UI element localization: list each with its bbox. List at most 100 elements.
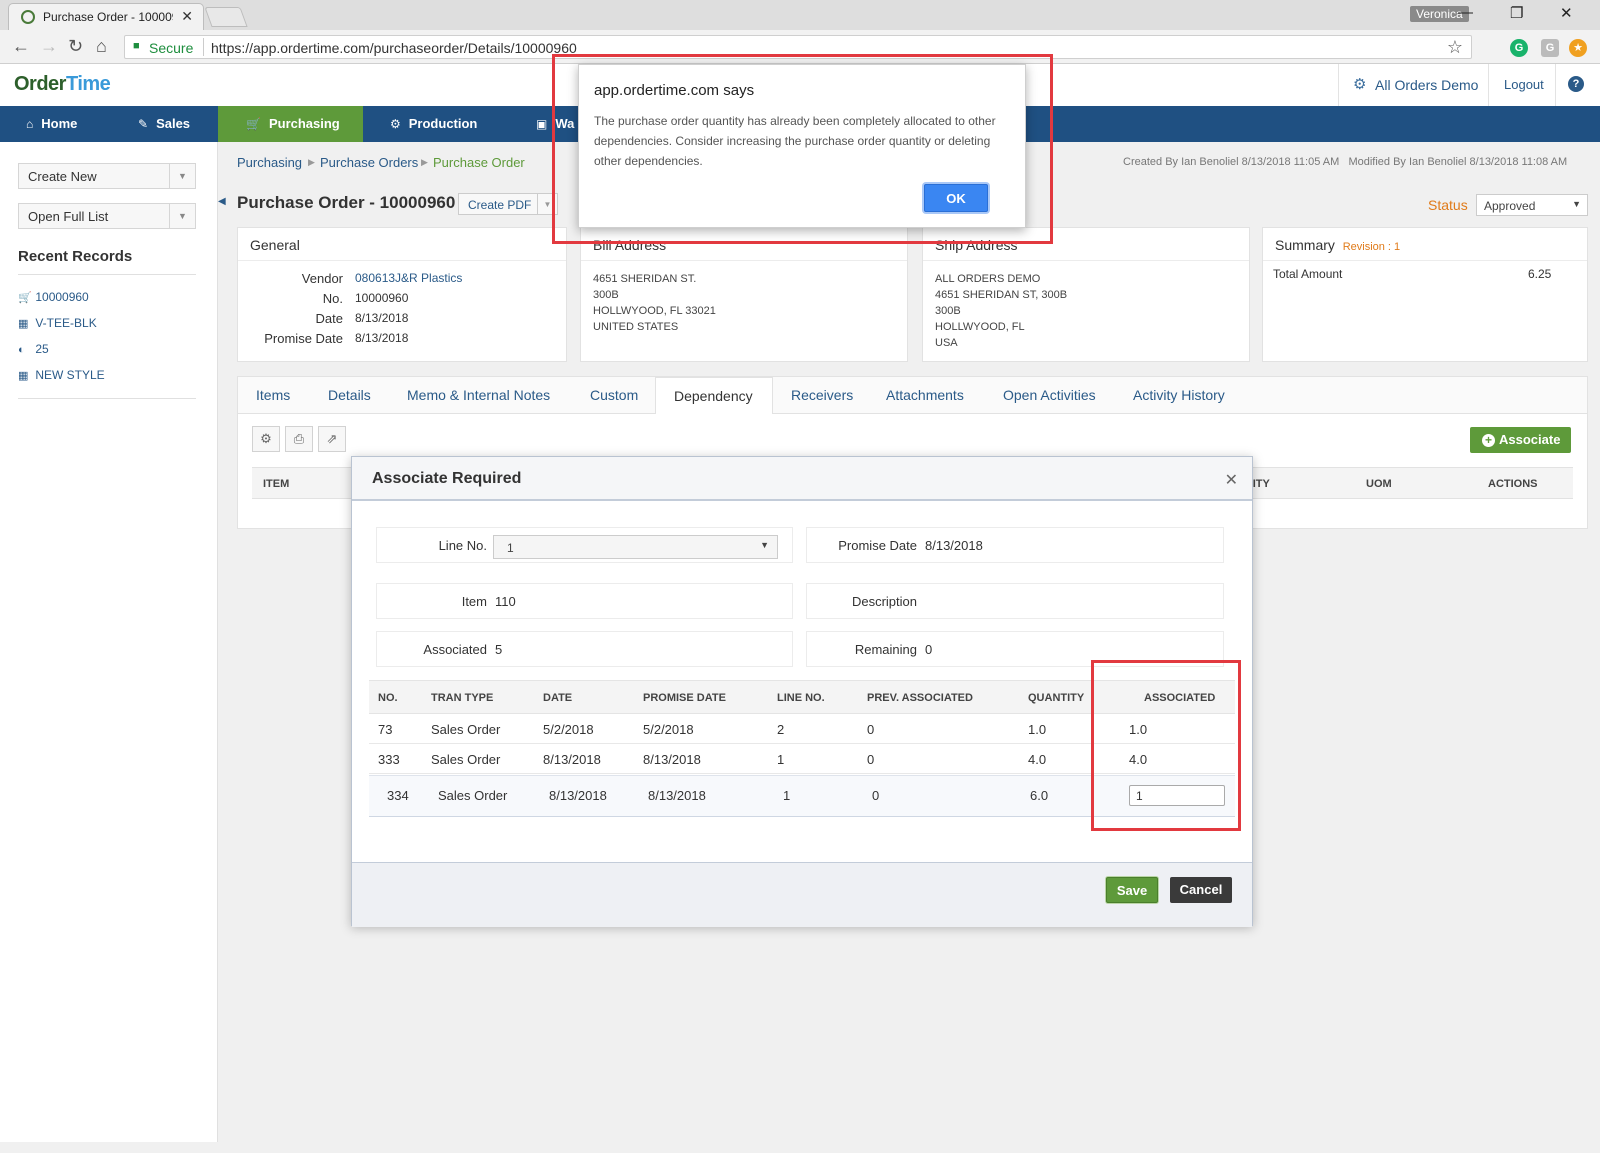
cell-tran-type: Sales Order	[431, 722, 501, 737]
status-select[interactable]: Approved ▼	[1476, 194, 1588, 216]
ordertime-logo[interactable]: OrderTime	[14, 73, 111, 96]
column-header: DATE	[543, 692, 573, 704]
export-button[interactable]: ⇗	[318, 426, 346, 452]
line-no-label: Line No.	[438, 538, 487, 553]
recent-item-label: 25	[35, 342, 49, 356]
summary-title: Summary Revision : 1	[1275, 237, 1400, 253]
save-button[interactable]: Save	[1106, 877, 1158, 903]
vendor-link[interactable]: 080613J&R Plastics	[355, 271, 462, 285]
open-full-list-label: Open Full List	[28, 209, 109, 224]
column-header: UOM	[1366, 478, 1392, 490]
address-line: HOLLWYOOD, FL	[935, 321, 1025, 333]
reload-icon[interactable]: ↻	[68, 36, 83, 57]
close-tab-icon[interactable]: ✕	[181, 8, 193, 25]
item-label: Item	[461, 594, 487, 609]
print-icon: ⎙	[293, 431, 305, 446]
forward-icon[interactable]: →	[40, 36, 58, 57]
nav-purchasing-label: Purchasing	[268, 116, 340, 131]
breadcrumb-separator-icon: ▶	[421, 157, 428, 167]
total-amount-value: 6.25	[1528, 267, 1552, 281]
minimize-icon[interactable]: —	[1458, 4, 1473, 21]
tab-attachments[interactable]: Attachments	[886, 377, 964, 415]
cell-promise-date: 8/13/2018	[648, 788, 706, 803]
tab-memo[interactable]: Memo & Internal Notes	[407, 377, 550, 415]
divider	[581, 260, 907, 261]
promise-date-label: Promise Date	[838, 538, 917, 553]
back-icon[interactable]: ←	[12, 36, 30, 57]
logo-accent: Time	[65, 73, 111, 95]
cell-date: 8/13/2018	[543, 752, 601, 767]
help-icon[interactable]: ?	[1568, 76, 1584, 92]
secure-label: Secure	[149, 40, 194, 56]
collapse-sidebar-icon[interactable]: ◀	[218, 196, 226, 207]
cart-icon: 🛒	[246, 117, 261, 131]
tab-activity-history[interactable]: Activity History	[1133, 377, 1225, 415]
address-line: 300B	[935, 305, 961, 317]
recent-item[interactable]: ◐ 25	[18, 342, 49, 356]
tab-dependency[interactable]: Dependency	[655, 377, 773, 416]
item-value: 110	[495, 594, 516, 609]
home-browser-icon[interactable]: ⌂	[96, 36, 107, 57]
lock-icon: ■	[133, 40, 140, 52]
open-full-list-dropdown[interactable]: Open Full List ▼	[18, 203, 196, 229]
promise-date-label: Promise Date	[264, 331, 343, 346]
line-no-select[interactable]: 1 ▼	[493, 535, 778, 559]
cell-no: 333	[378, 752, 400, 767]
remaining-value: 0	[925, 642, 933, 657]
associate-button[interactable]: + Associate	[1470, 427, 1571, 453]
line-no-value: 1	[507, 541, 514, 555]
tab-items[interactable]: Items	[256, 377, 290, 415]
extension-badge-icon[interactable]: ★	[1569, 39, 1587, 57]
url-text: https://app.ordertime.com/purchaseorder/…	[211, 40, 577, 56]
address-line: HOLLWYOOD, FL 33021	[593, 305, 716, 317]
tab-open-activities[interactable]: Open Activities	[1003, 377, 1096, 415]
nav-home[interactable]: ⌂ Home	[26, 106, 77, 142]
account-menu[interactable]: ⚙ All Orders Demo	[1338, 64, 1488, 106]
nav-production[interactable]: ⚙ Production	[390, 106, 477, 142]
cancel-button[interactable]: Cancel	[1170, 877, 1232, 903]
extension-icon[interactable]: G	[1541, 39, 1559, 57]
recent-item[interactable]: ▦ V-TEE-BLK	[18, 316, 97, 330]
create-pdf-label: Create PDF	[468, 198, 532, 212]
summary-panel: Summary Revision : 1 Total Amount 6.25	[1262, 227, 1588, 362]
logout-link[interactable]: Logout	[1488, 64, 1556, 106]
gears-icon: ⚙	[390, 117, 401, 131]
create-new-dropdown[interactable]: Create New ▼	[18, 163, 196, 189]
close-icon[interactable]: ✕	[1225, 470, 1238, 490]
cell-no: 73	[378, 722, 393, 737]
column-header: TRAN TYPE	[431, 692, 494, 704]
account-name: All Orders Demo	[1375, 77, 1479, 93]
tab-receivers[interactable]: Receivers	[791, 377, 853, 415]
browser-tab[interactable]: Purchase Order - 100009 ✕	[8, 3, 204, 30]
modal-header: Associate Required ✕	[352, 457, 1252, 501]
chevron-down-icon: ▼	[1572, 199, 1581, 209]
restore-icon[interactable]: ❐	[1510, 4, 1523, 22]
breadcrumb-purchasing[interactable]: Purchasing	[237, 155, 302, 170]
print-button[interactable]: ⎙	[285, 426, 313, 452]
cell-quantity: 6.0	[1030, 788, 1049, 803]
share-icon: ⇗	[326, 431, 338, 446]
item-field: Item 110	[376, 583, 793, 619]
breadcrumb-purchase-orders[interactable]: Purchase Orders	[320, 155, 418, 170]
column-header: LINE NO.	[777, 692, 825, 704]
address-line: 4651 SHERIDAN ST.	[593, 273, 697, 285]
home-icon: ⌂	[26, 117, 34, 131]
chevron-down-icon: ▼	[169, 164, 195, 188]
nav-sales[interactable]: ✎ Sales	[138, 106, 190, 142]
nav-purchasing[interactable]: 🛒 Purchasing	[218, 106, 363, 142]
settings-button[interactable]: ⚙	[252, 426, 280, 452]
ship-address-panel: Ship Address ALL ORDERS DEMO 4651 SHERID…	[922, 227, 1250, 362]
grammarly-extension-icon[interactable]: G	[1510, 39, 1528, 57]
cell-quantity: 4.0	[1028, 752, 1047, 767]
divider	[923, 260, 1249, 261]
tab-custom[interactable]: Custom	[590, 377, 638, 415]
recent-item[interactable]: ▦ NEW STYLE	[18, 368, 105, 382]
revision-badge: Revision : 1	[1342, 241, 1401, 253]
close-window-icon[interactable]: ✕	[1560, 4, 1573, 22]
tab-details[interactable]: Details	[328, 377, 371, 415]
recent-item[interactable]: 🛒 10000960	[18, 290, 89, 304]
create-pdf-button[interactable]: Create PDF ▼	[458, 193, 558, 215]
bookmark-star-icon[interactable]: ☆	[1447, 37, 1463, 58]
new-tab-button[interactable]	[204, 7, 248, 27]
cell-line-no: 1	[777, 752, 785, 767]
